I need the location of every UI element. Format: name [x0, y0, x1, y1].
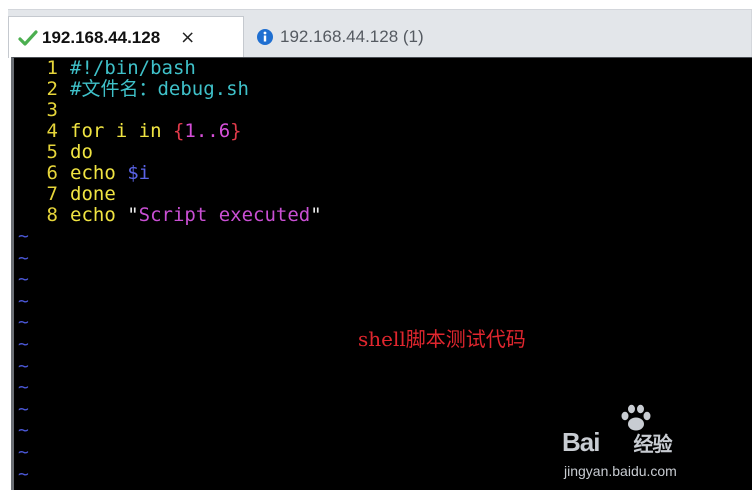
code-line: 1 #!/bin/bash [14, 58, 196, 79]
line-number: 5 [46, 141, 58, 163]
code-line: 3 [14, 100, 70, 121]
code-keyword: do [70, 141, 93, 163]
window-top-edge [0, 0, 755, 9]
code-quote: " [310, 204, 322, 226]
line-number: 3 [46, 99, 58, 121]
baidu-jingyan-watermark: Bai 经验 jingyan.baidu.com [562, 403, 712, 483]
code-line: 8 echo "Script executed" [14, 205, 322, 226]
code-range: 1..6 [184, 120, 231, 142]
line-number: 1 [46, 57, 58, 79]
line-number: 8 [46, 204, 58, 226]
watermark-brand: Bai 经验 [562, 427, 672, 457]
line-number: 4 [46, 120, 58, 142]
annotation-text: shell脚本测试代码 [358, 327, 526, 351]
code-quote: " [127, 204, 139, 226]
tilde-marker: ~ [18, 377, 29, 399]
code-text: #!/bin/bash [70, 57, 196, 79]
tilde-marker: ~ [18, 312, 29, 334]
terminal-editor[interactable]: 1 #!/bin/bash 2 #文件名：debug.sh 3 4 for i in … [11, 57, 752, 490]
tilde-marker: ~ [18, 290, 29, 312]
tilde-marker: ~ [18, 226, 29, 247]
code-brace: { [172, 120, 185, 142]
code-keyword: echo [70, 204, 128, 226]
code-brace: } [230, 120, 242, 142]
code-line: 7 done [14, 184, 116, 205]
tab-session-active[interactable]: 192.168.44.128 × [8, 16, 244, 58]
code-line: 4 for i in {1..6} [14, 121, 242, 142]
tilde-marker: ~ [18, 442, 29, 463]
code-keyword: for i in [70, 120, 173, 142]
tilde-marker: ~ [18, 334, 29, 355]
ssh-client-window: 192.168.44.128 × 192.168.44.128 (1) 1 #!/… [0, 0, 755, 497]
tilde-marker: ~ [18, 247, 29, 269]
code-line: 2 #文件名：debug.sh [14, 79, 249, 100]
tilde-marker: ~ [18, 355, 29, 377]
tilde-marker: ~ [18, 463, 29, 485]
tab-session-inactive[interactable]: 192.168.44.128 (1) [250, 16, 470, 58]
code-line: 6 echo $i [14, 162, 151, 184]
code-line: 5 do [14, 142, 93, 163]
code-keyword: done [70, 183, 116, 205]
tilde-marker: ~ [18, 420, 29, 442]
line-number: 6 [46, 162, 58, 184]
close-icon[interactable]: × [180, 28, 195, 47]
check-icon [17, 28, 39, 48]
info-icon [254, 27, 276, 47]
tilde-marker: ~ [18, 398, 29, 420]
tab-title: 192.168.44.128 [42, 27, 161, 47]
tab-title: 192.168.44.128 (1) [280, 27, 424, 46]
tilde-marker: ~ [18, 269, 29, 291]
code-keyword: echo [70, 162, 128, 184]
code-string: Script executed [138, 204, 311, 226]
code-text: #文件名：debug.sh [70, 78, 249, 100]
line-number: 2 [46, 78, 58, 100]
code-variable: $i [127, 162, 151, 184]
line-number: 7 [46, 183, 58, 205]
watermark-url: jingyan.baidu.com [564, 463, 677, 479]
tab-bar: 192.168.44.128 × 192.168.44.128 (1) [8, 9, 752, 58]
